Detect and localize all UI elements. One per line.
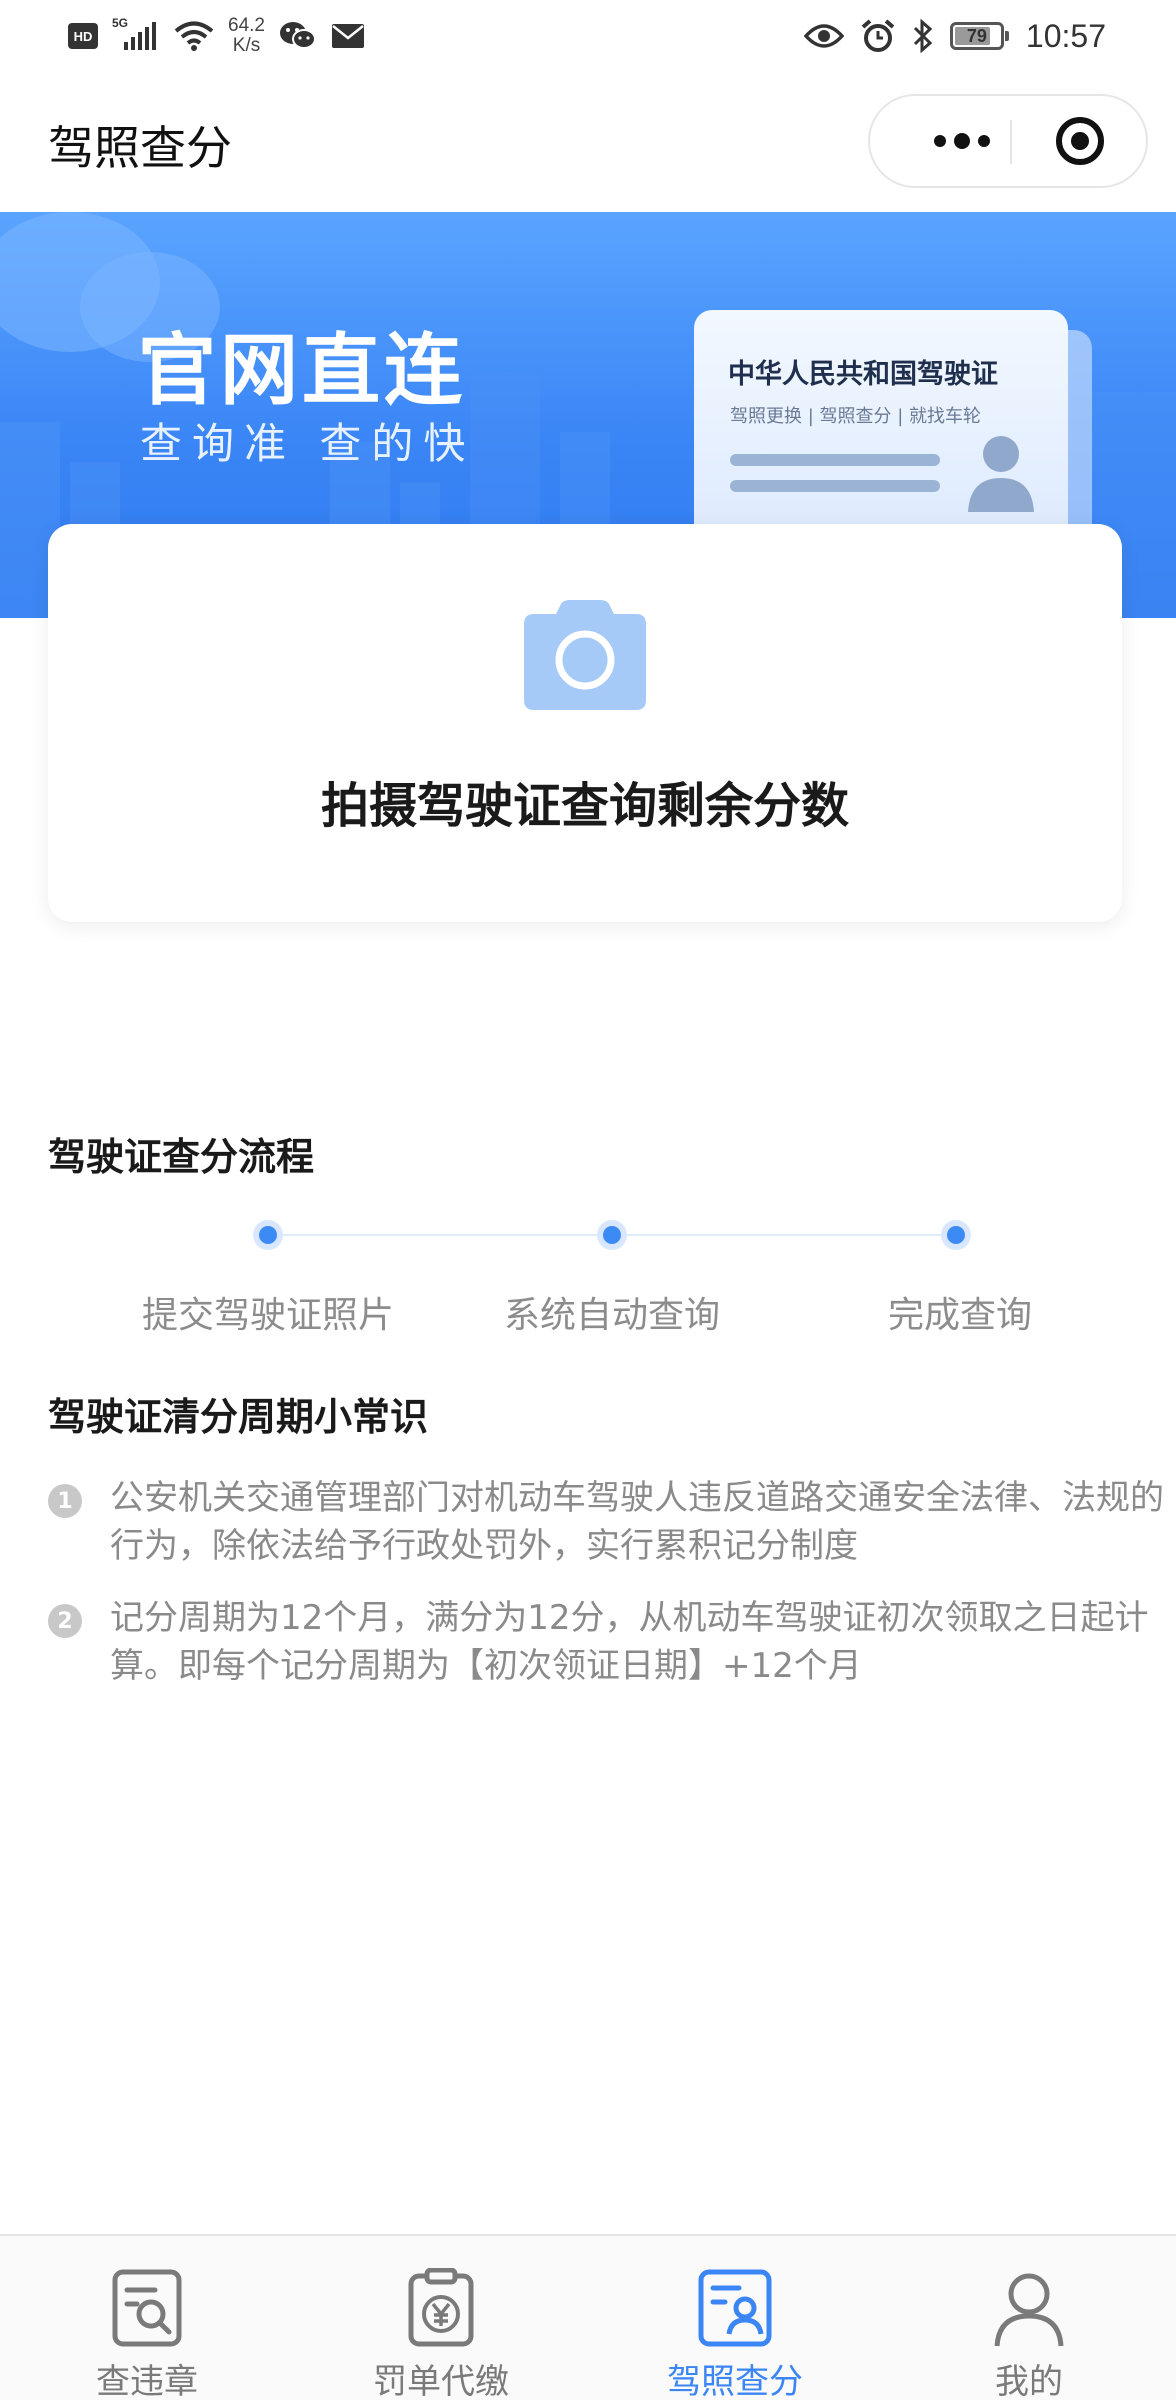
banner-subtitle: 查询准 查的快 — [140, 419, 476, 468]
photo-capture-card[interactable]: 拍摄驾驶证查询剩余分数 — [48, 524, 1122, 922]
step-dot-1 — [253, 1220, 283, 1250]
eye-icon — [803, 24, 844, 48]
tip-item-1: 1 公安机关交通管理部门对机动车驾驶人违反道路交通安全法律、法规的行为，除依法给… — [48, 1474, 1164, 1574]
capsule-divider — [1010, 120, 1012, 164]
search-document-icon — [112, 2269, 182, 2347]
step-dot-2 — [597, 1220, 627, 1250]
tip-item-2: 2 记分周期为12个月，满分为12分，从机动车驾驶证初次领取之日起计算。即每个记… — [48, 1594, 1149, 1694]
tab-label: 我的 — [995, 2362, 1063, 2400]
close-miniprogram-button[interactable] — [1056, 117, 1104, 165]
step-label-2: 系统自动查询 — [503, 1295, 720, 1336]
step-dot-3 — [941, 1220, 971, 1250]
net-speed-unit: K/s — [232, 35, 261, 56]
user-icon — [994, 2273, 1064, 2347]
camera-icon — [524, 600, 646, 710]
license-card-icon — [698, 2269, 772, 2347]
photo-card-label: 拍摄驾驶证查询剩余分数 — [320, 778, 849, 834]
mail-icon — [331, 24, 364, 48]
status-bar-right: 79 10:57 — [803, 14, 1106, 58]
wifi-icon — [174, 21, 214, 51]
status-bar: HD 5G 64.2 K/s 79 10:57 — [0, 0, 1176, 72]
net-speed-value: 64.2 — [228, 15, 265, 36]
alarm-icon — [861, 19, 895, 52]
license-card-subtitle: 驾照更换 | 驾照查分 | 就找车轮 — [730, 406, 982, 427]
tab-label: 驾照查分 — [667, 2362, 803, 2400]
tab-label: 查违章 — [96, 2362, 198, 2400]
card-line — [730, 480, 940, 492]
title-bar: 驾照查分 — [0, 72, 1176, 212]
signal-icon: 5G — [112, 16, 160, 54]
miniprogram-capsule — [868, 94, 1148, 188]
step-label-3: 完成查询 — [887, 1295, 1032, 1336]
wechat-icon — [279, 22, 316, 49]
tips-section-title: 驾驶证清分周期小常识 — [48, 1395, 429, 1439]
tab-violations[interactable]: 查违章 — [0, 2254, 294, 2400]
tab-fine-payment[interactable]: 罚单代缴 — [294, 2254, 588, 2400]
tab-label: 罚单代缴 — [373, 2362, 509, 2400]
avatar-icon — [968, 436, 1034, 512]
license-card-title: 中华人民共和国驾驶证 — [728, 359, 998, 390]
yuan-clipboard-icon — [408, 2268, 474, 2347]
more-menu-button[interactable] — [910, 96, 1014, 186]
net-speed: 64.2 K/s — [228, 16, 265, 56]
tip-number-badge: 1 — [48, 1484, 82, 1518]
page-title: 驾照查分 — [48, 121, 232, 175]
tip-text: 公安机关交通管理部门对机动车驾驶人违反道路交通安全法律、法规的行为，除依法给予行… — [110, 1478, 1164, 1566]
tip-text: 记分周期为12个月，满分为12分，从机动车驾驶证初次领取之日起计算。即每个记分周… — [110, 1598, 1149, 1686]
license-card-illustration: 中华人民共和国驾驶证 驾照更换 | 驾照查分 | 就找车轮 — [694, 310, 1068, 560]
status-bar-left: HD 5G 64.2 K/s — [68, 14, 365, 58]
tab-profile[interactable]: 我的 — [882, 2254, 1176, 2400]
bottom-tab-bar: 查违章 罚单代缴 驾照查分 我的 — [0, 2234, 1176, 2400]
card-line — [730, 454, 940, 466]
tip-number-badge: 2 — [48, 1604, 82, 1638]
clock: 10:57 — [1025, 17, 1106, 54]
tab-license-points[interactable]: 驾照查分 — [588, 2254, 882, 2400]
battery-level: 79 — [966, 25, 987, 46]
hd-badge: HD — [68, 23, 98, 49]
process-section-title: 驾驶证查分流程 — [48, 1135, 315, 1179]
bluetooth-icon — [913, 19, 933, 53]
step-label-1: 提交驾驶证照片 — [141, 1295, 394, 1336]
battery-icon: 79 — [949, 22, 1009, 50]
banner-title: 官网直连 — [138, 326, 467, 416]
